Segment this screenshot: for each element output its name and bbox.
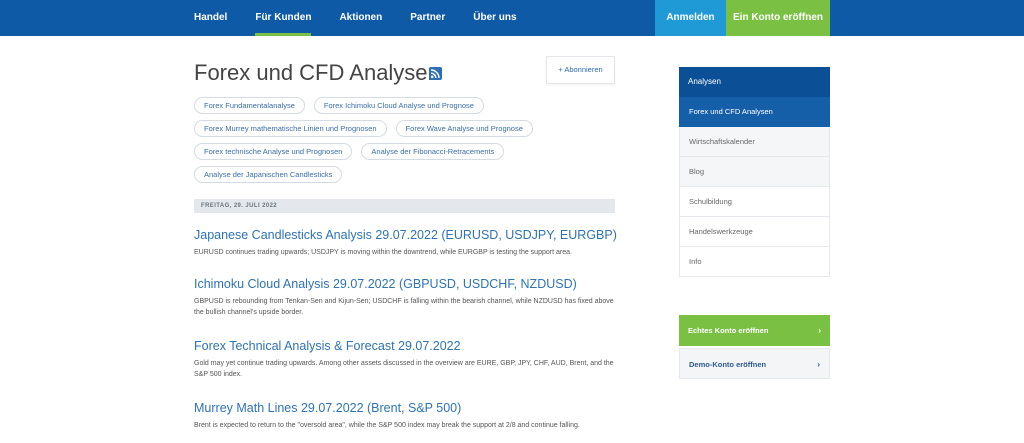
article-description: EURUSD continues trading upwards; USDJPY…: [194, 249, 572, 256]
article-title-link[interactable]: Forex Technical Analysis & Forecast 29.0…: [194, 339, 624, 353]
chip-wave-analyse[interactable]: Forex Wave Analyse und Prognose: [395, 120, 533, 137]
chip-row: Forex Murrey mathematische Linien und Pr…: [194, 120, 614, 137]
article-title-link[interactable]: Japanese Candlesticks Analysis 29.07.202…: [194, 228, 624, 242]
chip-murrey[interactable]: Forex Murrey mathematische Linien und Pr…: [194, 120, 387, 137]
sidebar-item-forex-cfd-analysen[interactable]: Forex und CFD Analysen: [679, 97, 830, 127]
article-item: Japanese Candlesticks Analysis 29.07.202…: [194, 228, 624, 258]
nav-item-ueber-uns[interactable]: Über uns: [459, 0, 530, 36]
open-account-button[interactable]: Ein Konto eröffnen: [726, 0, 830, 36]
chevron-right-icon: ›: [818, 326, 821, 335]
open-real-account-button[interactable]: Echtes Konto eröffnen ›: [679, 315, 830, 346]
nav-item-partner[interactable]: Partner: [396, 0, 459, 36]
article-description: Brent is expected to return to the "over…: [194, 422, 580, 429]
article-item: Ichimoku Cloud Analysis 29.07.2022 (GBPU…: [194, 277, 624, 318]
sidebar-heading: Analysen: [679, 67, 830, 97]
article-item: Forex Technical Analysis & Forecast 29.0…: [194, 339, 624, 380]
sidebar-item-info[interactable]: Info: [679, 247, 830, 277]
open-real-account-label: Echtes Konto eröffnen: [688, 326, 769, 335]
sidebar-menu: Analysen Forex und CFD Analysen Wirtscha…: [679, 67, 830, 277]
login-button[interactable]: Anmelden: [655, 0, 726, 36]
open-demo-account-label: Demo-Konto eröffnen: [689, 360, 767, 369]
open-demo-account-button[interactable]: Demo-Konto eröffnen ›: [679, 348, 830, 379]
rss-icon[interactable]: [429, 67, 442, 80]
sidebar-item-blog[interactable]: Blog: [679, 157, 830, 187]
top-navigation-bar: Handel Für Kunden Aktionen Partner Über …: [0, 0, 1024, 36]
article-item: Murrey Math Lines 29.07.2022 (Brent, S&P…: [194, 401, 624, 431]
nav-item-handel[interactable]: Handel: [180, 0, 241, 36]
chip-fundamentalanalyse[interactable]: Forex Fundamentalanalyse: [194, 97, 305, 114]
sidebar-item-wirtschaftskalender[interactable]: Wirtschaftskalender: [679, 127, 830, 157]
chip-row: Analyse der Japanischen Candlesticks: [194, 166, 614, 183]
article-description: GBPUSD is rebounding from Tenkan-Sen and…: [194, 298, 614, 316]
chip-candlesticks[interactable]: Analyse der Japanischen Candlesticks: [194, 166, 343, 183]
article-title-link[interactable]: Murrey Math Lines 29.07.2022 (Brent, S&P…: [194, 401, 624, 415]
article-description: Gold may yet continue trading upwards. A…: [194, 360, 614, 378]
chip-row: Forex Fundamentalanalyse Forex Ichimoku …: [194, 97, 614, 114]
category-chips: Forex Fundamentalanalyse Forex Ichimoku …: [194, 97, 614, 189]
article-title-link[interactable]: Ichimoku Cloud Analysis 29.07.2022 (GBPU…: [194, 277, 624, 291]
nav-item-fuer-kunden[interactable]: Für Kunden: [241, 0, 325, 36]
chip-fibonacci[interactable]: Analyse der Fibonacci-Retracements: [361, 143, 505, 160]
page-title: Forex und CFD Analysen: [194, 60, 440, 85]
subscribe-button[interactable]: + Abonnieren: [546, 56, 615, 84]
chip-technische-analyse[interactable]: Forex technische Analyse und Prognosen: [194, 143, 353, 160]
sidebar-item-handelswerkzeuge[interactable]: Handelswerkzeuge: [679, 217, 830, 247]
date-separator: FREITAG, 29. JULI 2022: [194, 199, 615, 213]
nav-item-aktionen[interactable]: Aktionen: [325, 0, 396, 36]
chevron-right-icon: ›: [817, 360, 820, 369]
chip-row: Forex technische Analyse und Prognosen A…: [194, 143, 614, 160]
chip-ichimoku[interactable]: Forex Ichimoku Cloud Analyse und Prognos…: [313, 97, 484, 114]
sidebar-item-schulbildung[interactable]: Schulbildung: [679, 187, 830, 217]
main-nav: Handel Für Kunden Aktionen Partner Über …: [180, 0, 531, 36]
